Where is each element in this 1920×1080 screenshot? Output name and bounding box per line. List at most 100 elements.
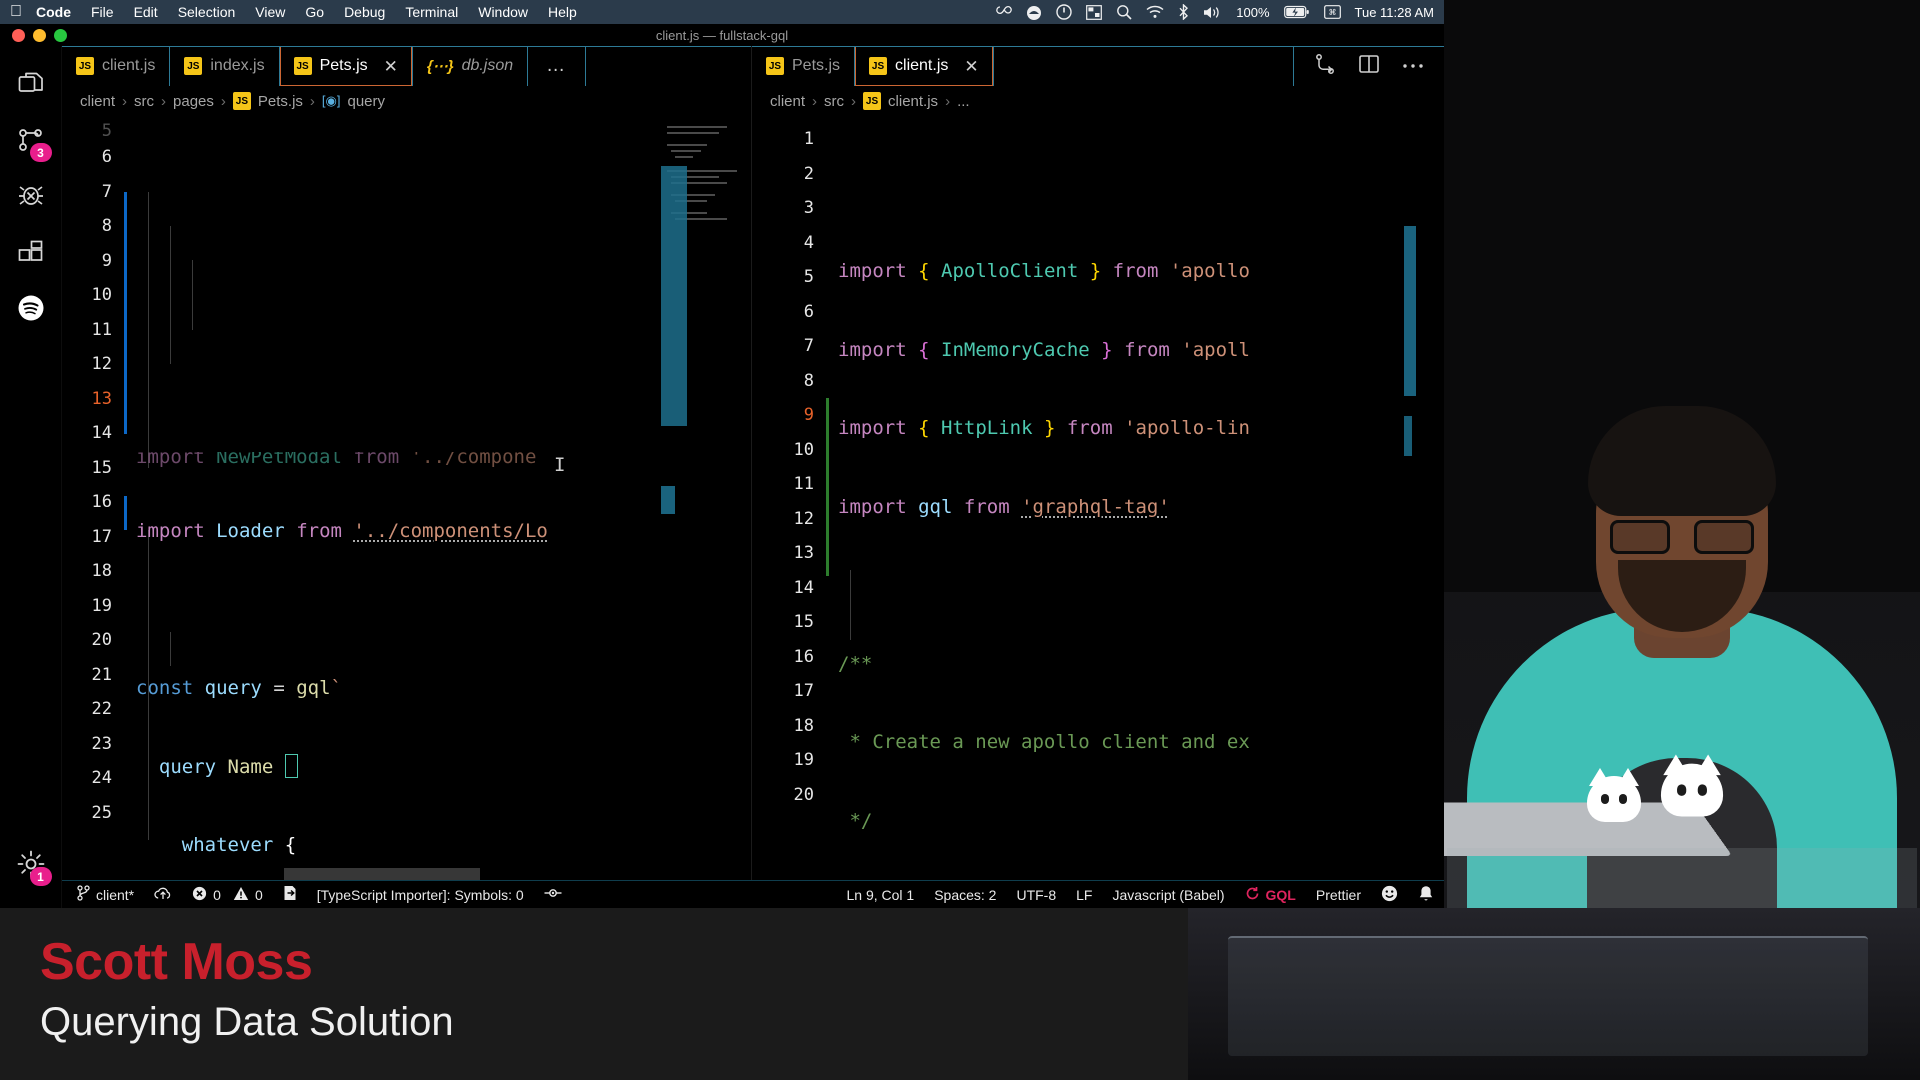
breadcrumb-item-pages[interactable]: pages: [173, 93, 214, 110]
menu-selection[interactable]: Selection: [178, 4, 236, 20]
lower-right-stage: [1188, 908, 1920, 1080]
breadcrumb-item-symbol[interactable]: query: [348, 93, 386, 110]
menu-code[interactable]: Code: [36, 4, 71, 20]
battery-charging-icon[interactable]: [1283, 5, 1310, 19]
breadcrumb-item-src[interactable]: src: [134, 93, 154, 110]
line-number: 14: [793, 577, 814, 598]
live-share-icon: [544, 886, 562, 903]
menu-help[interactable]: Help: [548, 4, 577, 20]
menu-edit[interactable]: Edit: [134, 4, 158, 20]
split-compare-icon[interactable]: [1314, 53, 1336, 80]
traffic-lights: [0, 28, 67, 42]
line-number: 11: [793, 474, 814, 494]
status-branch[interactable]: client*: [62, 885, 144, 904]
menu-terminal[interactable]: Terminal: [405, 4, 458, 20]
control-center-icon[interactable]: ⌘: [1323, 5, 1341, 19]
status-extension-message[interactable]: [TypeScript Importer]: Symbols: 0: [307, 887, 534, 903]
sidebar-item-debug[interactable]: [0, 170, 62, 226]
status-feedback[interactable]: [1371, 885, 1408, 905]
breadcrumb-right: client › src › JS client.js › ...: [752, 86, 1444, 116]
status-cursor-position[interactable]: Ln 9, Col 1: [836, 887, 924, 903]
sidebar-item-extensions[interactable]: [0, 226, 62, 282]
status-gql-label: GQL: [1265, 886, 1296, 903]
breadcrumb-item-client[interactable]: client: [80, 93, 115, 110]
menu-file[interactable]: File: [91, 4, 114, 20]
menu-view[interactable]: View: [255, 4, 285, 20]
window-titlebar: client.js — fullstack-gql: [0, 24, 1444, 46]
breadcrumb-item-src[interactable]: src: [824, 93, 844, 110]
power-icon[interactable]: [1056, 4, 1072, 20]
breadcrumb-item-file[interactable]: Pets.js: [258, 93, 303, 110]
line-number: 8: [101, 216, 112, 236]
breadcrumb-item-file[interactable]: client.js: [888, 93, 938, 110]
spotlight-search-icon[interactable]: [1116, 4, 1132, 20]
zoom-button[interactable]: [54, 28, 67, 42]
error-icon: [192, 886, 207, 904]
code-line: import { ApolloClient } from 'apollo: [838, 260, 1250, 282]
code-editor-right[interactable]: 1 2 3 4 5 6 7 8 9 10 11 12 13 14 15 16 1…: [752, 116, 1444, 880]
cloud-sync-icon: [154, 886, 172, 904]
mascot-figure-left: [1587, 768, 1641, 834]
code-editor-left[interactable]: 5 6 7 8 9 10 11 12 13 14 15 16 17 18 19 …: [62, 116, 751, 880]
split-editor-icon[interactable]: [1358, 53, 1380, 80]
status-eol[interactable]: LF: [1066, 887, 1102, 903]
status-sync[interactable]: [144, 886, 182, 904]
line-number: 15: [91, 457, 112, 478]
status-gql[interactable]: GQL: [1235, 886, 1306, 904]
status-encoding[interactable]: UTF-8: [1006, 887, 1066, 903]
tab-pets-js-left[interactable]: JS Pets.js ✕: [279, 46, 413, 86]
breadcrumb-item-client[interactable]: client: [770, 93, 805, 110]
tab-label: index.js: [210, 57, 265, 74]
tab-label: Pets.js: [319, 57, 368, 74]
menu-debug[interactable]: Debug: [344, 4, 385, 20]
status-formatter[interactable]: Prettier: [1306, 887, 1371, 903]
close-icon[interactable]: ✕: [964, 58, 978, 75]
code-content-right[interactable]: import { ApolloClient } from 'apollo imp…: [826, 116, 1444, 880]
presenter-head: [1588, 406, 1776, 638]
minimap-left[interactable]: [661, 116, 751, 880]
tab-db-json[interactable]: {⋯} db.json: [412, 46, 529, 86]
line-number: 4: [803, 232, 814, 253]
sidebar-item-source-control[interactable]: 3: [0, 114, 62, 170]
dropbox-icon[interactable]: [1026, 5, 1042, 20]
apple-logo-icon[interactable]: : [10, 4, 22, 20]
glasses-icon: [1610, 520, 1754, 554]
breadcrumb-item-more[interactable]: ...: [957, 93, 970, 110]
more-actions-icon[interactable]: [1402, 57, 1424, 75]
line-number: 19: [91, 595, 112, 616]
tab-index-js[interactable]: JS index.js: [170, 46, 280, 86]
menu-window[interactable]: Window: [478, 4, 528, 20]
status-language-mode[interactable]: Javascript (Babel): [1102, 887, 1234, 903]
sidebar-item-spotify[interactable]: [0, 282, 62, 338]
menubar-clock[interactable]: Tue 11:28 AM: [1355, 5, 1435, 20]
minimap-right[interactable]: [1404, 116, 1444, 880]
close-icon[interactable]: ✕: [384, 58, 398, 75]
remote-port-icon: [283, 885, 297, 904]
tab-label: client.js: [102, 57, 156, 74]
adobe-creative-cloud-icon[interactable]: [995, 5, 1013, 20]
wifi-icon[interactable]: [1146, 5, 1164, 19]
status-indentation[interactable]: Spaces: 2: [924, 887, 1006, 903]
desk-surface: [1447, 848, 1917, 908]
horizontal-scrollbar-left[interactable]: [284, 868, 480, 880]
bluetooth-icon[interactable]: [1178, 4, 1189, 20]
status-problems[interactable]: 0 0: [182, 886, 273, 904]
grid-app-icon[interactable]: [1086, 4, 1103, 20]
line-number: 23: [91, 733, 112, 754]
volume-icon[interactable]: [1203, 5, 1222, 20]
status-notifications[interactable]: [1408, 885, 1444, 905]
manage-settings-button[interactable]: 1: [0, 838, 62, 894]
menu-go[interactable]: Go: [305, 4, 324, 20]
tabs-overflow-button-left[interactable]: …: [528, 46, 587, 86]
sidebar-item-explorer[interactable]: [0, 58, 62, 114]
code-content-left[interactable]: import NewPetModal from '../compone impo…: [124, 116, 751, 880]
status-remote-port[interactable]: [273, 885, 307, 904]
close-button[interactable]: [12, 28, 25, 42]
tab-client-js-right[interactable]: JS client.js ✕: [855, 46, 994, 86]
minimize-button[interactable]: [33, 28, 46, 42]
tab-pets-js-right[interactable]: JS Pets.js: [752, 46, 856, 86]
extensions-icon: [18, 240, 44, 269]
status-live-share[interactable]: [534, 886, 572, 903]
tab-client-js-left[interactable]: JS client.js: [62, 46, 171, 86]
js-file-icon: JS: [766, 57, 784, 75]
